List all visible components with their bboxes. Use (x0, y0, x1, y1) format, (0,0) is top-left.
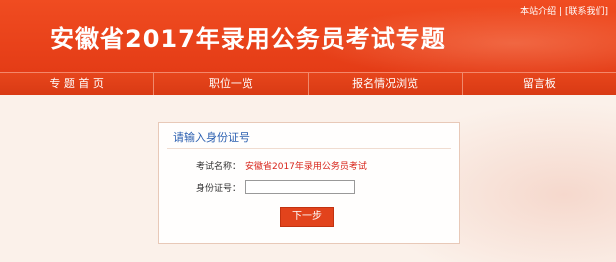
next-step-button[interactable]: 下一步 (280, 207, 334, 227)
site-title: 安徽省2017年录用公务员考试专题 (50, 25, 446, 53)
exam-name-label: 考试名称： (195, 162, 241, 172)
nav-item-registration-status[interactable]: 报名情况浏览 (309, 73, 463, 95)
about-link[interactable]: 本站介绍 (520, 7, 556, 17)
panel-title: 请输入身份证号 (173, 131, 250, 144)
main-nav: 专 题 首 页 职位一览 报名情况浏览 留言板 (0, 72, 616, 95)
id-number-input[interactable] (245, 180, 355, 194)
id-number-label: 身份证号： (195, 184, 241, 194)
nav-item-home[interactable]: 专 题 首 页 (0, 73, 155, 95)
divider: | (559, 7, 563, 17)
nav-item-message-board[interactable]: 留言板 (463, 73, 616, 95)
contact-link[interactable]: [联系我们] (565, 7, 608, 17)
exam-name-value: 安徽省2017年录用公务员考试 (245, 162, 367, 172)
nav-item-positions[interactable]: 职位一览 (154, 73, 309, 95)
site-header: 安徽省2017年录用公务员考试专题 本站介绍 | [联系我们] (0, 0, 616, 72)
panel-divider (167, 148, 451, 149)
id-entry-panel: 请输入身份证号 考试名称： 安徽省2017年录用公务员考试 身份证号： 下一步 (158, 122, 460, 244)
top-links: 本站介绍 | [联系我们] (520, 4, 608, 17)
